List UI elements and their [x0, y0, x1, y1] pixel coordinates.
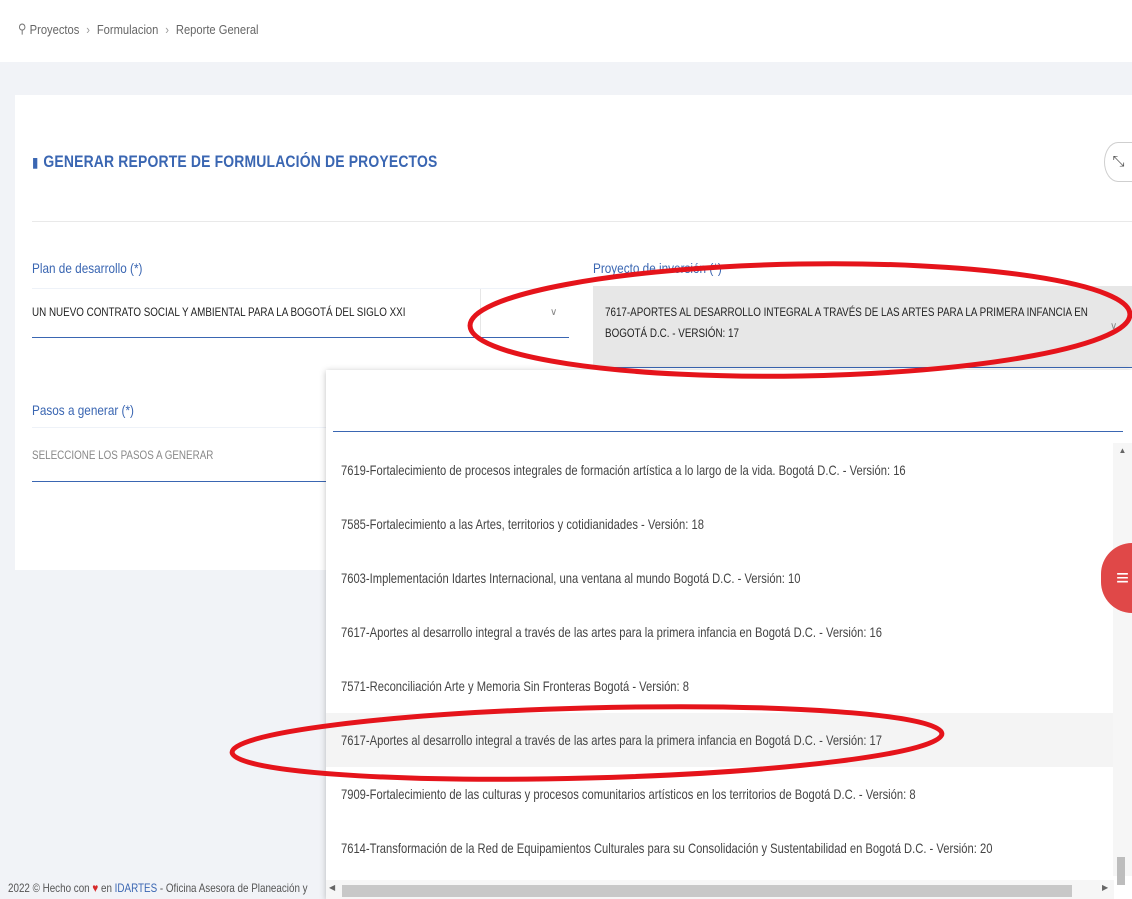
plan-label: Plan de desarrollo (*) — [32, 260, 143, 276]
breadcrumb-formulacion[interactable]: Formulacion — [97, 22, 159, 37]
dropdown-option[interactable]: 7617-Aportes al desarrollo integral a tr… — [326, 605, 1114, 659]
breadcrumb: ⚲ Proyectos › Formulacion › Reporte Gene… — [18, 21, 259, 37]
plan-select-value: UN NUEVO CONTRATO SOCIAL Y AMBIENTAL PAR… — [32, 305, 406, 319]
breadcrumb-separator: › — [86, 21, 90, 37]
select-divider — [480, 289, 481, 337]
book-icon: ▮ — [32, 154, 39, 170]
footer: 2022 © Hecho con ♥ en IDARTES - Oficina … — [8, 881, 308, 895]
menu-icon: ≡ — [1116, 565, 1129, 590]
page-title-text: GENERAR REPORTE DE FORMULACIÓN DE PROYEC… — [43, 152, 438, 171]
scrollbar-thumb[interactable] — [1117, 857, 1125, 885]
chevron-down-icon: ∨ — [1110, 321, 1118, 332]
proyecto-label: Proyecto de inversión (*) — [593, 260, 722, 276]
option-label: 7603-Implementación Idartes Internaciona… — [341, 570, 801, 586]
chevron-down-icon: ∨ — [550, 307, 558, 318]
option-label: 7571-Reconciliación Arte y Memoria Sin F… — [341, 678, 689, 694]
scroll-left-icon[interactable]: ◀ — [329, 883, 335, 892]
top-bar: ⚲ Proyectos › Formulacion › Reporte Gene… — [0, 0, 1132, 62]
option-label: 7617-Aportes al desarrollo integral a tr… — [341, 732, 883, 748]
option-label: 7614-Transformación de la Red de Equipam… — [341, 840, 993, 856]
footer-prefix: 2022 © Hecho con — [8, 881, 90, 895]
footer-middle: en — [100, 881, 112, 895]
breadcrumb-separator: › — [165, 21, 169, 37]
option-label: 7909-Fortalecimiento de las culturas y p… — [341, 786, 916, 802]
expand-button[interactable]: ⤡ — [1104, 142, 1132, 182]
divider — [32, 221, 1132, 222]
dropdown-option[interactable]: 7614-Transformación de la Red de Equipam… — [326, 821, 1114, 875]
option-label: 7619-Fortalecimiento de procesos integra… — [341, 462, 906, 478]
pasos-select[interactable]: SELECCIONE LOS PASOS A GENERAR — [32, 427, 332, 482]
scrollbar-thumb[interactable] — [342, 885, 1072, 897]
dropdown-option[interactable]: 7619-Fortalecimiento de procesos integra… — [326, 443, 1114, 497]
footer-suffix: - Oficina Asesora de Planeación y — [159, 881, 308, 895]
dropdown-option-highlighted[interactable]: 7617-Aportes al desarrollo integral a tr… — [326, 713, 1114, 767]
dropdown-option[interactable]: 7909-Fortalecimiento de las culturas y p… — [326, 767, 1114, 821]
breadcrumb-reporte-general: Reporte General — [175, 21, 259, 37]
heart-icon: ♥ — [92, 881, 99, 895]
dropdown-option[interactable]: 7603-Implementación Idartes Internaciona… — [326, 551, 1114, 605]
proyecto-dropdown: 7619-Fortalecimiento de procesos integra… — [326, 370, 1132, 899]
dropdown-options: 7619-Fortalecimiento de procesos integra… — [326, 443, 1114, 876]
proyecto-select-value: 7617-APORTES AL DESARROLLO INTEGRAL A TR… — [605, 305, 1088, 340]
scroll-right-icon[interactable]: ▶ — [1102, 883, 1108, 892]
option-label: 7617-Aportes al desarrollo integral a tr… — [341, 624, 883, 640]
vertical-scrollbar[interactable]: ▲ — [1113, 443, 1132, 885]
dropdown-search-input[interactable] — [333, 404, 1123, 432]
sitemap-icon: ⚲ — [18, 21, 27, 36]
proyecto-select[interactable]: 7617-APORTES AL DESARROLLO INTEGRAL A TR… — [593, 286, 1132, 368]
horizontal-scrollbar[interactable]: ◀ ▶ — [326, 880, 1114, 899]
dropdown-option[interactable]: 7571-Reconciliación Arte y Memoria Sin F… — [326, 659, 1114, 713]
breadcrumb-proyectos[interactable]: Proyectos — [30, 22, 80, 37]
idartes-link[interactable]: IDARTES — [115, 881, 157, 895]
plan-select[interactable]: UN NUEVO CONTRATO SOCIAL Y AMBIENTAL PAR… — [32, 288, 569, 338]
dropdown-option[interactable]: 7585-Fortalecimiento a las Artes, territ… — [326, 497, 1114, 551]
pasos-select-placeholder: SELECCIONE LOS PASOS A GENERAR — [32, 448, 214, 462]
option-label: 7585-Fortalecimiento a las Artes, territ… — [341, 516, 704, 532]
scroll-up-icon[interactable]: ▲ — [1113, 446, 1132, 455]
expand-icon: ⤡ — [1112, 153, 1125, 170]
page-title: ▮ GENERAR REPORTE DE FORMULACIÓN DE PROYE… — [32, 152, 437, 172]
pasos-label: Pasos a generar (*) — [32, 402, 134, 418]
